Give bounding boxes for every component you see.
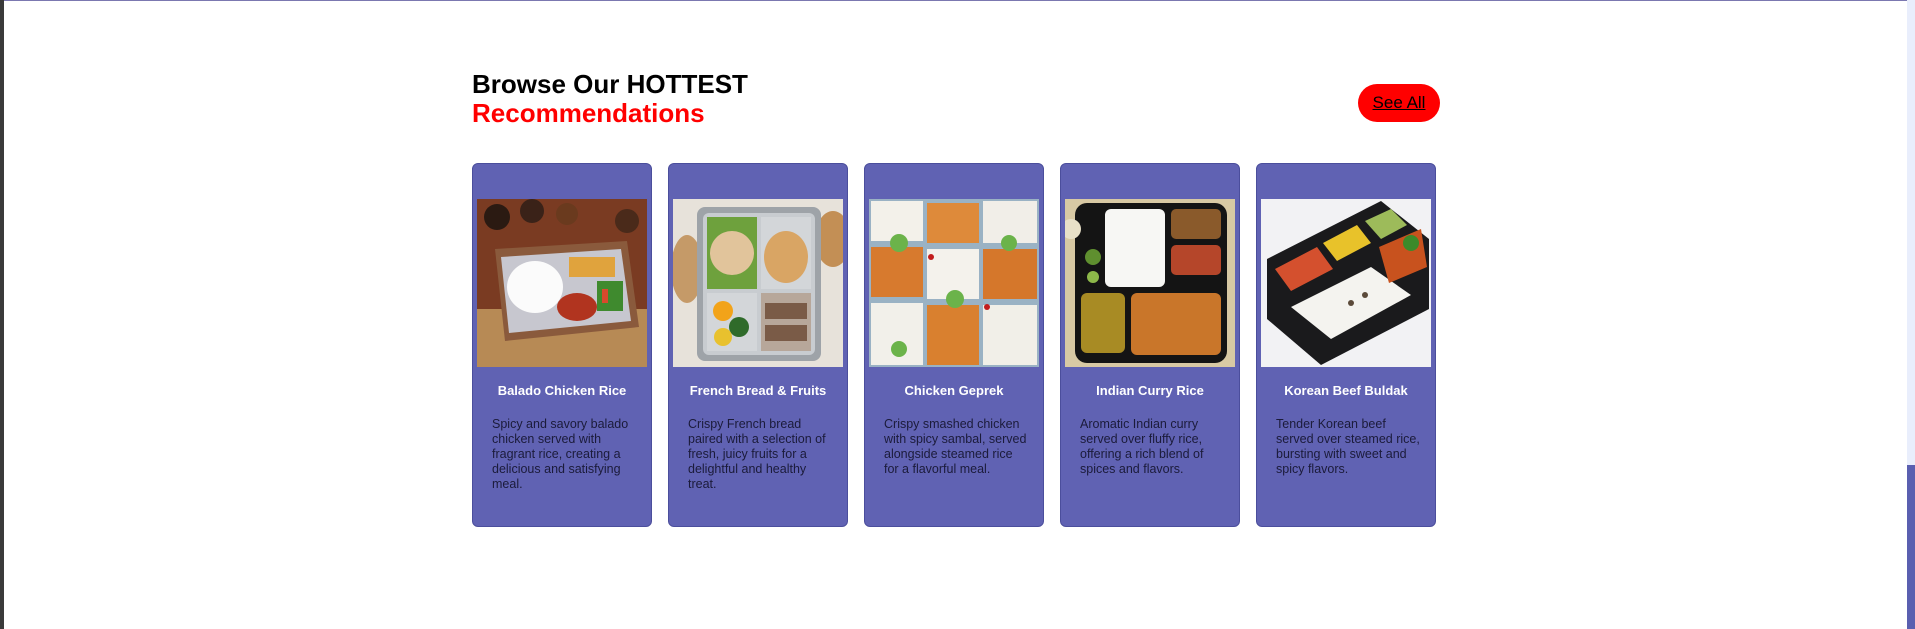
card-title: Indian Curry Rice xyxy=(1096,383,1204,398)
menu-card[interactable]: Balado Chicken Rice Spicy and savory bal… xyxy=(472,163,652,527)
balado-chicken-rice-image xyxy=(477,199,647,367)
menu-card[interactable]: Korean Beef Buldak Tender Korean beef se… xyxy=(1256,163,1436,527)
section-heading: Browse Our HOTTEST Recommendations xyxy=(472,70,748,128)
window-top-border xyxy=(0,0,1915,1)
card-title: Korean Beef Buldak xyxy=(1284,383,1408,398)
card-description: Spicy and savory balado chicken served w… xyxy=(492,417,629,491)
card-description: Tender Korean beef served over steamed r… xyxy=(1276,417,1420,476)
menu-card[interactable]: Indian Curry Rice Aromatic Indian curry … xyxy=(1060,163,1240,527)
scrollbar-thumb[interactable] xyxy=(1907,465,1915,629)
card-title: Balado Chicken Rice xyxy=(497,383,627,398)
page: Browse Our HOTTEST Recommendations See A… xyxy=(0,0,1915,629)
indian-curry-rice-image xyxy=(1065,199,1235,367)
heading-line-2: Recommendations xyxy=(472,98,705,128)
card-description: Aromatic Indian curry served over fluffy… xyxy=(1080,417,1204,476)
see-all-button[interactable]: See All xyxy=(1358,84,1440,122)
chicken-geprek-image xyxy=(869,199,1039,367)
card-list: Balado Chicken Rice Spicy and savory bal… xyxy=(472,163,1436,527)
korean-beef-buldak-image xyxy=(1261,199,1431,367)
window-left-border xyxy=(0,0,4,629)
card-description: Crispy French bread paired with a select… xyxy=(688,417,826,491)
card-description: Crispy smashed chicken with spicy sambal… xyxy=(884,417,1027,476)
card-title: French Bread & Fruits xyxy=(689,383,827,398)
heading-line-1: Browse Our HOTTEST xyxy=(472,69,748,99)
card-title: Chicken Geprek xyxy=(904,383,1004,398)
french-bread-fruits-image xyxy=(673,199,843,367)
menu-card[interactable]: French Bread & Fruits Crispy French brea… xyxy=(668,163,848,527)
menu-card[interactable]: Chicken Geprek Crispy smashed chicken wi… xyxy=(864,163,1044,527)
